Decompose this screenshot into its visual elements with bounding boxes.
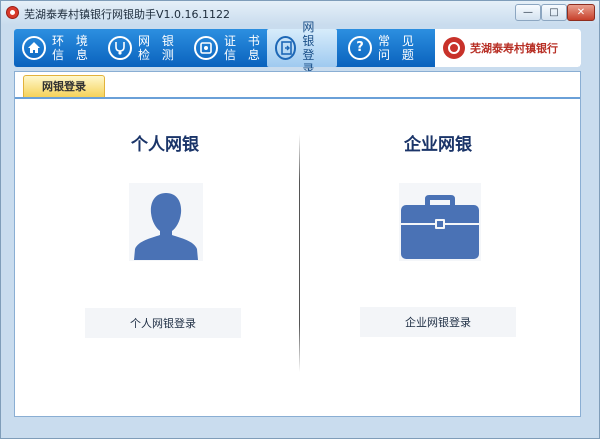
content-panel: 网银登录 个人网银 个人网银登录 企业网银 企业网银登录 [14, 71, 581, 417]
nav-label-line1: 环 境 [52, 34, 92, 48]
personal-heading: 个人网银 [131, 135, 199, 155]
person-icon [129, 183, 203, 261]
nav-label-line2: 检 测 [138, 48, 178, 62]
nav-label-line1: 证 书 [224, 34, 264, 48]
maximize-button[interactable]: □ [541, 4, 567, 21]
tab-netbank-login[interactable]: 网银登录 [23, 75, 105, 97]
nav-item-netbank-check[interactable]: 网 银 检 测 [100, 29, 186, 67]
tab-strip: 网银登录 [15, 72, 580, 99]
minimize-button[interactable]: — [515, 4, 541, 21]
nav-label-line1: 网 银 [138, 34, 178, 48]
login-icon [275, 36, 297, 60]
bank-emblem-icon [443, 37, 465, 59]
app-logo-icon [6, 6, 19, 19]
enterprise-heading: 企业网银 [404, 135, 472, 155]
home-icon [22, 36, 46, 60]
certificate-icon [194, 36, 218, 60]
enterprise-login-button[interactable]: 企业网银登录 [360, 307, 516, 337]
question-icon: ? [348, 36, 372, 60]
nav-label-line1: 常 见 [378, 34, 418, 48]
nav-label-line2: 信 息 [224, 48, 264, 62]
close-button[interactable]: ✕ [567, 4, 595, 21]
nav-label-line2: 信 息 [52, 48, 92, 62]
section-divider [299, 134, 300, 372]
nav-item-netbank-login[interactable]: 网 银 登 录 [267, 20, 337, 76]
nav-item-environment-info[interactable]: 环 境 信 息 [14, 29, 100, 67]
main-nav: 环 境 信 息 网 银 检 测 证 书 信 息 网 银 登 录 ? 常 见 问 … [14, 20, 581, 76]
nav-label-line2: 问 题 [378, 48, 418, 62]
briefcase-icon [399, 183, 481, 261]
bank-name: 芜湖泰寿村镇银行 [470, 42, 558, 55]
title-bar[interactable]: 芜湖泰寿村镇银行网银助手V1.0.16.1122 — □ ✕ [1, 1, 599, 25]
nav-label-line1: 网 银 [302, 20, 319, 48]
stethoscope-icon [108, 36, 132, 60]
personal-login-button[interactable]: 个人网银登录 [85, 308, 241, 338]
bank-logo: 芜湖泰寿村镇银行 [435, 29, 581, 67]
nav-item-certificate-info[interactable]: 证 书 信 息 [186, 29, 266, 67]
nav-item-faq[interactable]: ? 常 见 问 题 [340, 29, 430, 67]
window-title: 芜湖泰寿村镇银行网银助手V1.0.16.1122 [24, 8, 231, 21]
app-window: 芜湖泰寿村镇银行网银助手V1.0.16.1122 — □ ✕ 环 境 信 息 网… [0, 0, 600, 439]
